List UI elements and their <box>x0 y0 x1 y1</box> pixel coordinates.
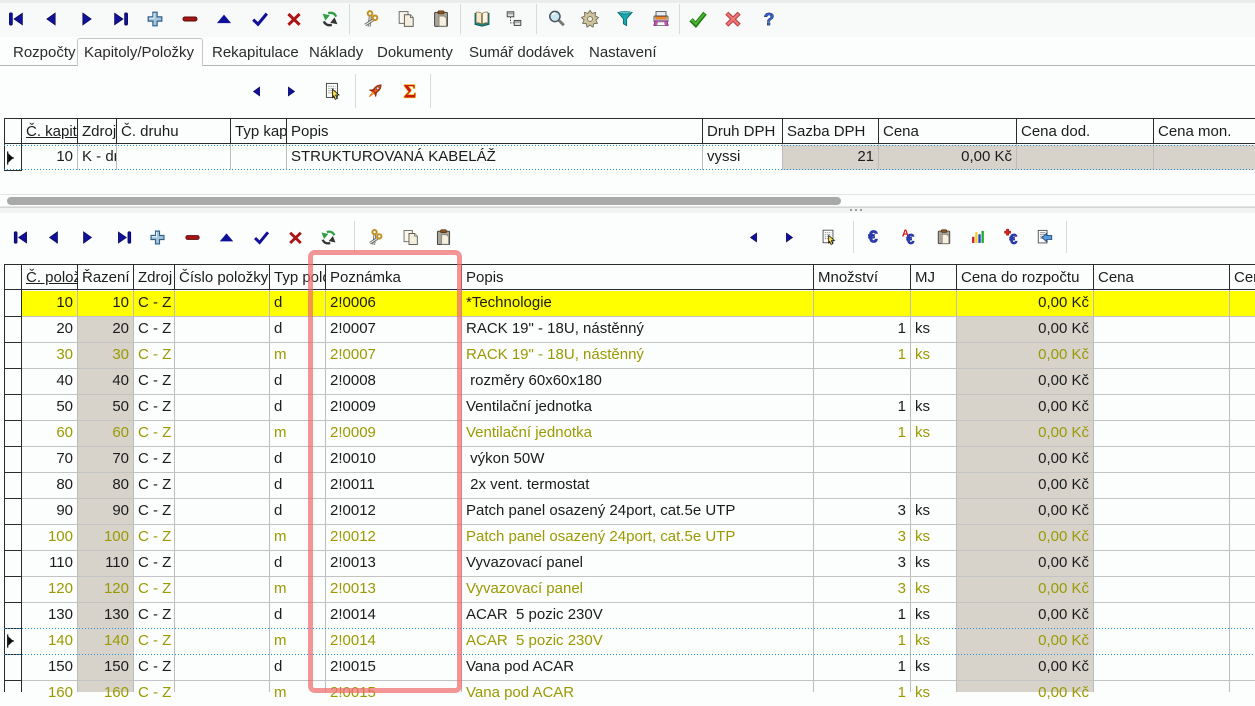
svg-text:?: ? <box>763 9 774 29</box>
svg-text:Σ: Σ <box>403 82 415 102</box>
svg-text:€: € <box>1009 232 1017 246</box>
svg-text:€: € <box>906 232 914 246</box>
svg-text:€: € <box>868 228 878 246</box>
